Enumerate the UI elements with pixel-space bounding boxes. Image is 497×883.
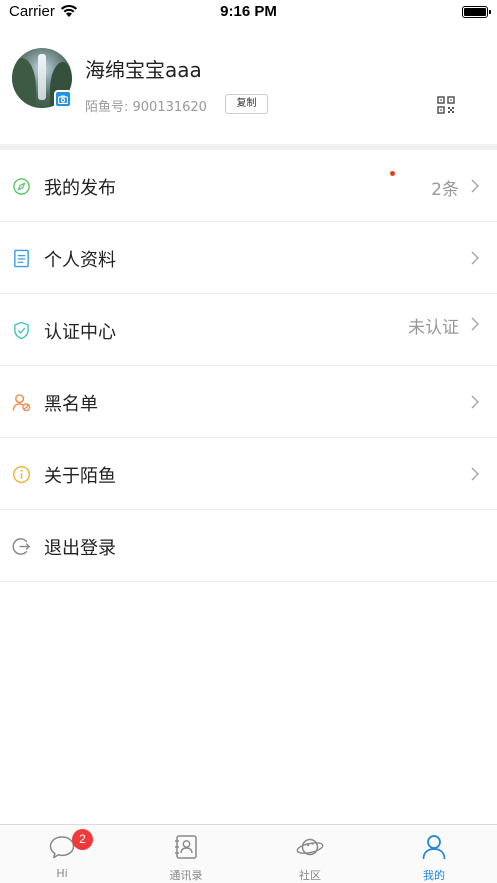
menu-item-label: 个人资料 — [44, 250, 116, 271]
post-count: 2条 — [431, 180, 459, 200]
compass-icon — [13, 178, 30, 195]
menu-item-blacklist[interactable]: 黑名单 — [0, 366, 497, 438]
tab-hi[interactable]: 2 Hi — [0, 825, 124, 883]
qr-code-icon[interactable] — [437, 96, 455, 114]
verification-status: 未认证 — [408, 318, 459, 338]
menu-item-label: 认证中心 — [44, 322, 116, 343]
chevron-right-icon — [471, 179, 480, 193]
menu-item-label: 我的发布 — [44, 178, 116, 199]
menu-item-logout[interactable]: 退出登录 — [0, 510, 497, 582]
profile-header: 海绵宝宝aaa 陌鱼号: 900131620 复制 — [0, 26, 497, 144]
logout-icon — [12, 538, 31, 555]
tab-me[interactable]: 我的 — [372, 825, 496, 883]
document-icon — [14, 249, 29, 268]
battery-icon — [462, 6, 491, 18]
shield-check-icon — [14, 321, 29, 340]
menu-item-label: 黑名单 — [44, 394, 98, 415]
contacts-book-icon — [175, 835, 197, 859]
planet-icon — [296, 838, 324, 856]
tab-label: 通讯录 — [169, 869, 203, 882]
menu-item-verification[interactable]: 认证中心 未认证 — [0, 171, 497, 366]
tab-label: 我的 — [423, 869, 445, 882]
chevron-right-icon — [471, 467, 480, 481]
chevron-right-icon — [471, 317, 480, 331]
unread-badge: 2 — [72, 829, 93, 850]
menu-item-label: 退出登录 — [44, 538, 116, 559]
tab-community[interactable]: 社区 — [248, 825, 372, 883]
person-icon — [422, 835, 446, 860]
status-bar: Carrier 9:16 PM — [0, 0, 497, 26]
chevron-right-icon — [471, 395, 480, 409]
user-block-icon — [12, 394, 31, 412]
tab-label: 社区 — [299, 869, 321, 882]
tab-label: Hi — [56, 867, 68, 880]
menu-item-profile[interactable]: 个人资料 — [0, 222, 497, 294]
settings-menu: 我的发布 2条 个人资料 认证中心 未认证 黑名单 关于陌鱼 退出登录 — [0, 150, 497, 582]
tab-bar: 2 Hi 通讯录 社区 我的 — [0, 824, 497, 883]
status-time: 9:16 PM — [220, 3, 277, 20]
nickname: 海绵宝宝aaa — [85, 58, 202, 82]
tab-contacts[interactable]: 通讯录 — [124, 825, 248, 883]
menu-item-label: 关于陌鱼 — [44, 466, 116, 487]
camera-icon[interactable] — [54, 90, 72, 108]
chevron-right-icon — [471, 251, 480, 265]
menu-item-about[interactable]: 关于陌鱼 — [0, 438, 497, 510]
copy-button[interactable]: 复制 — [225, 94, 268, 114]
user-id: 陌鱼号: 900131620 — [85, 100, 207, 115]
status-dot — [390, 171, 395, 176]
menu-item-my-posts[interactable]: 我的发布 2条 — [0, 150, 497, 222]
info-icon — [12, 465, 31, 484]
